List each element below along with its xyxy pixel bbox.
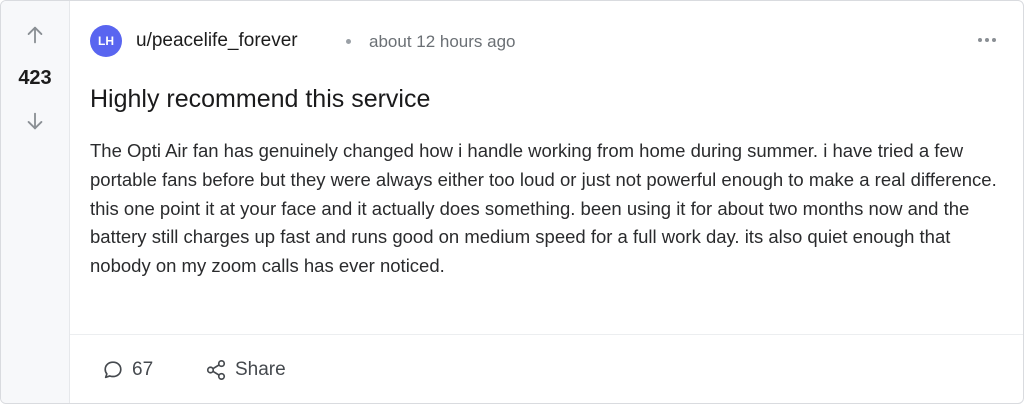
separator-dot	[346, 39, 351, 44]
downvote-button[interactable]	[21, 107, 49, 135]
vote-column: 423	[1, 1, 70, 403]
comment-bubble-icon	[104, 361, 122, 379]
comments-button[interactable]: 67	[102, 357, 153, 383]
post-title[interactable]: Highly recommend this service	[90, 85, 430, 114]
share-button[interactable]: Share	[205, 357, 286, 383]
share-label: Share	[235, 359, 286, 380]
arrow-down-icon	[27, 112, 43, 130]
author-username[interactable]: u/peacelife_forever	[136, 30, 298, 52]
more-options-button[interactable]	[971, 27, 1003, 53]
more-horizontal-icon	[978, 38, 996, 42]
post-body: The Opti Air fan has genuinely changed h…	[90, 140, 997, 277]
avatar[interactable]: LH	[90, 25, 122, 57]
share-nodes-icon	[206, 360, 226, 380]
vote-count: 423	[18, 67, 52, 89]
divider	[70, 334, 1023, 335]
upvote-button[interactable]	[21, 21, 49, 49]
post-card: 423 LH u/peacelife_forever about 12 hour…	[0, 0, 1024, 404]
comment-count: 67	[132, 359, 154, 380]
arrow-up-icon	[27, 26, 43, 44]
post-timestamp: about 12 hours ago	[369, 32, 516, 51]
